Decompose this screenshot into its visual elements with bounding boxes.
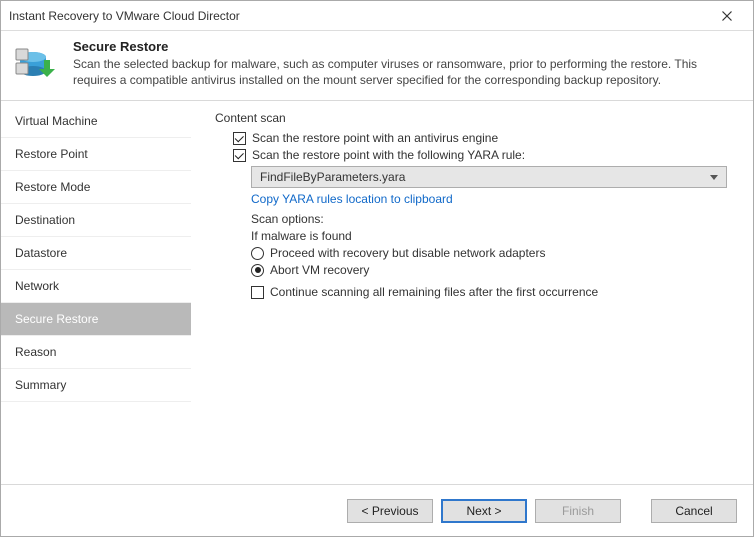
sidebar-item-reason[interactable]: Reason bbox=[1, 336, 191, 369]
footer: < Previous Next > Finish Cancel bbox=[1, 484, 753, 536]
yara-rule-value: FindFileByParameters.yara bbox=[260, 170, 405, 184]
scan-av-row: Scan the restore point with an antivirus… bbox=[233, 131, 731, 145]
finish-button: Finish bbox=[535, 499, 621, 523]
sidebar-item-label: Virtual Machine bbox=[15, 114, 98, 128]
sidebar-item-label: Secure Restore bbox=[15, 312, 98, 326]
yara-rule-select[interactable]: FindFileByParameters.yara bbox=[251, 166, 727, 188]
window-title: Instant Recovery to VMware Cloud Directo… bbox=[9, 9, 709, 23]
scan-av-label: Scan the restore point with an antivirus… bbox=[252, 131, 498, 145]
previous-button[interactable]: < Previous bbox=[347, 499, 433, 523]
sidebar-item-label: Datastore bbox=[15, 246, 67, 260]
button-label: Cancel bbox=[675, 504, 712, 518]
sidebar-item-datastore[interactable]: Datastore bbox=[1, 237, 191, 270]
sidebar-item-restore-point[interactable]: Restore Point bbox=[1, 138, 191, 171]
sidebar-item-label: Reason bbox=[15, 345, 56, 359]
button-label: Next > bbox=[466, 504, 501, 518]
close-button[interactable] bbox=[709, 2, 745, 30]
yara-rule-select-wrap: FindFileByParameters.yara bbox=[251, 166, 731, 188]
sidebar-item-label: Destination bbox=[15, 213, 75, 227]
sidebar-item-destination[interactable]: Destination bbox=[1, 204, 191, 237]
cancel-button[interactable]: Cancel bbox=[651, 499, 737, 523]
content-scan-label: Content scan bbox=[215, 111, 731, 125]
sidebar-item-label: Restore Mode bbox=[15, 180, 90, 194]
sidebar-item-label: Summary bbox=[15, 378, 66, 392]
banner: Secure Restore Scan the selected backup … bbox=[1, 31, 753, 100]
sidebar-item-virtual-machine[interactable]: Virtual Machine bbox=[1, 105, 191, 138]
opt-proceed-label: Proceed with recovery but disable networ… bbox=[270, 246, 545, 260]
opt-proceed-row: Proceed with recovery but disable networ… bbox=[251, 246, 731, 260]
sidebar-item-label: Restore Point bbox=[15, 147, 88, 161]
sidebar: Virtual Machine Restore Point Restore Mo… bbox=[1, 101, 191, 484]
sidebar-item-secure-restore[interactable]: Secure Restore bbox=[1, 303, 191, 336]
continue-scan-row: Continue scanning all remaining files af… bbox=[251, 285, 731, 299]
copy-yara-link[interactable]: Copy YARA rules location to clipboard bbox=[251, 192, 453, 206]
titlebar: Instant Recovery to VMware Cloud Directo… bbox=[1, 1, 753, 31]
sidebar-item-restore-mode[interactable]: Restore Mode bbox=[1, 171, 191, 204]
content: Content scan Scan the restore point with… bbox=[191, 101, 753, 484]
wizard-window: Instant Recovery to VMware Cloud Directo… bbox=[0, 0, 754, 537]
banner-description: Scan the selected backup for malware, su… bbox=[73, 56, 739, 88]
scan-yara-label: Scan the restore point with the followin… bbox=[252, 148, 525, 162]
scan-options-label: Scan options: bbox=[251, 212, 731, 226]
if-malware-found-label: If malware is found bbox=[251, 229, 731, 243]
button-label: Finish bbox=[562, 504, 594, 518]
close-icon bbox=[722, 11, 732, 21]
continue-scan-label: Continue scanning all remaining files af… bbox=[270, 285, 598, 299]
body: Virtual Machine Restore Point Restore Mo… bbox=[1, 101, 753, 484]
opt-proceed-radio[interactable] bbox=[251, 247, 264, 260]
scan-yara-row: Scan the restore point with the followin… bbox=[233, 148, 731, 162]
scan-av-checkbox[interactable] bbox=[233, 132, 246, 145]
button-label: < Previous bbox=[361, 504, 418, 518]
next-button[interactable]: Next > bbox=[441, 499, 527, 523]
secure-restore-icon bbox=[15, 41, 59, 85]
scan-yara-checkbox[interactable] bbox=[233, 149, 246, 162]
continue-scan-checkbox[interactable] bbox=[251, 286, 264, 299]
opt-abort-radio[interactable] bbox=[251, 264, 264, 277]
copy-yara-row: Copy YARA rules location to clipboard bbox=[251, 192, 731, 206]
opt-abort-label: Abort VM recovery bbox=[270, 263, 369, 277]
banner-text: Secure Restore Scan the selected backup … bbox=[73, 39, 739, 88]
sidebar-item-label: Network bbox=[15, 279, 59, 293]
opt-abort-row: Abort VM recovery bbox=[251, 263, 731, 277]
sidebar-item-network[interactable]: Network bbox=[1, 270, 191, 303]
banner-heading: Secure Restore bbox=[73, 39, 739, 54]
sidebar-item-summary[interactable]: Summary bbox=[1, 369, 191, 402]
